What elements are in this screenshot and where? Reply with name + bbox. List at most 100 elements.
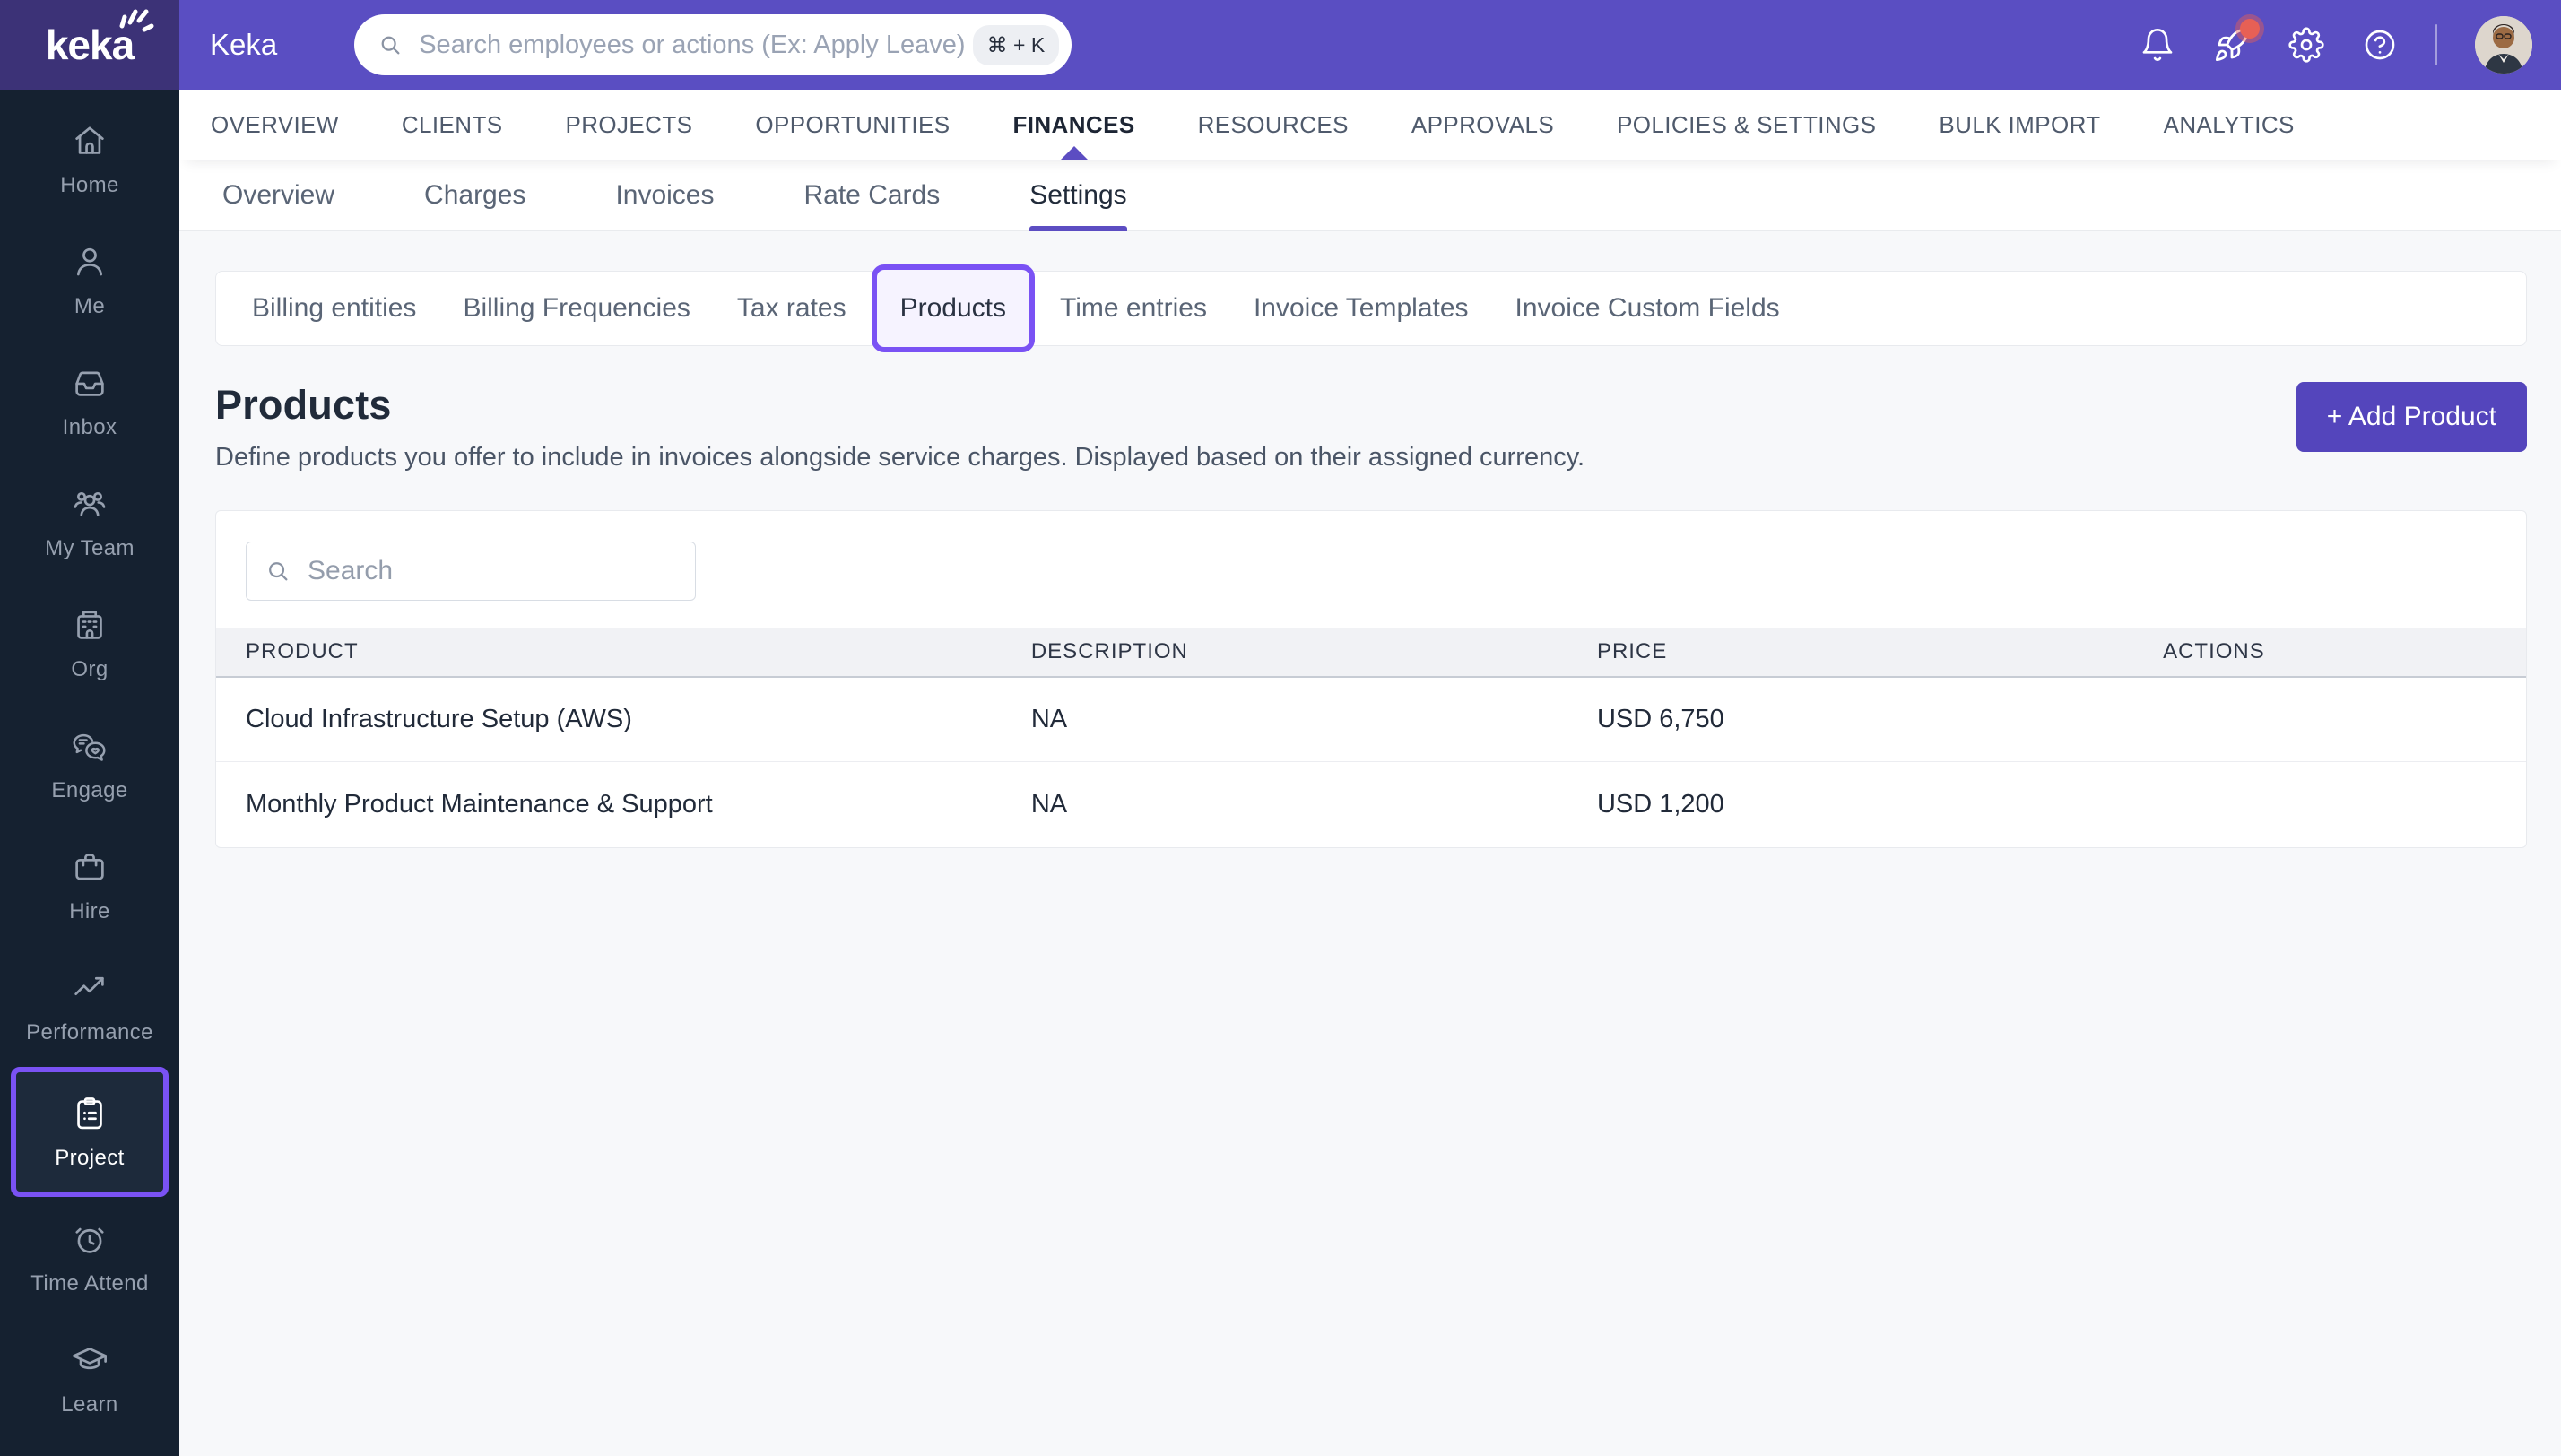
products-table: PRODUCT DESCRIPTION PRICE ACTIONS Cloud … xyxy=(216,628,2526,847)
sidebar-item-label: Time Attend xyxy=(30,1271,149,1296)
sidebar-item-time-attend[interactable]: Time Attend xyxy=(0,1197,179,1318)
subnav-overview[interactable]: Overview xyxy=(222,160,334,231)
sidebar: Home Me Inbox My Team Org xyxy=(0,90,179,1456)
shortcut-badge: ⌘ + K xyxy=(973,25,1060,65)
table-search[interactable] xyxy=(246,542,696,601)
user-icon xyxy=(69,241,110,282)
subnav-rate-cards[interactable]: Rate Cards xyxy=(804,160,941,231)
cell-actions xyxy=(2133,762,2526,847)
building-icon xyxy=(69,604,110,646)
keka-logo[interactable]: keka xyxy=(0,0,179,90)
rocket-icon[interactable] xyxy=(2213,26,2251,64)
cell-price: USD 6,750 xyxy=(1567,677,2133,762)
sidebar-item-label: Performance xyxy=(26,1020,153,1045)
alarm-icon xyxy=(69,1218,110,1260)
help-icon[interactable] xyxy=(2362,27,2398,63)
sidebar-item-label: Engage xyxy=(51,778,127,803)
subnav-invoices[interactable]: Invoices xyxy=(615,160,714,231)
global-search[interactable]: ⌘ + K xyxy=(354,14,1072,75)
sidebar-item-engage[interactable]: Engage xyxy=(0,704,179,825)
products-tab-highlight: Products xyxy=(872,264,1035,352)
subnav-charges[interactable]: Charges xyxy=(424,160,525,231)
page-subtitle: Define products you offer to include in … xyxy=(215,443,1584,472)
tab-tax-rates[interactable]: Tax rates xyxy=(714,293,870,324)
finances-sub-nav: Overview Charges Invoices Rate Cards Set… xyxy=(179,160,2561,231)
column-header-description: DESCRIPTION xyxy=(1002,628,1567,677)
tab-time-entries[interactable]: Time entries xyxy=(1037,293,1230,324)
sidebar-item-my-team[interactable]: My Team xyxy=(0,462,179,583)
cell-product: Cloud Infrastructure Setup (AWS) xyxy=(216,677,1002,762)
tab-invoice-templates[interactable]: Invoice Templates xyxy=(1230,293,1492,324)
nav-clients[interactable]: CLIENTS xyxy=(402,90,503,160)
sidebar-item-label: Project xyxy=(55,1146,125,1171)
sidebar-item-org[interactable]: Org xyxy=(0,583,179,704)
column-header-price: PRICE xyxy=(1567,628,2133,677)
tab-billing-frequencies[interactable]: Billing Frequencies xyxy=(439,293,713,324)
sidebar-item-label: Me xyxy=(74,294,105,319)
sidebar-item-learn[interactable]: Learn xyxy=(0,1318,179,1439)
tab-products[interactable]: Products xyxy=(877,293,1029,324)
nav-bulk-import[interactable]: BULK IMPORT xyxy=(1939,90,2100,160)
avatar[interactable] xyxy=(2475,16,2532,74)
sidebar-item-project[interactable]: Project xyxy=(11,1067,169,1197)
nav-analytics[interactable]: ANALYTICS xyxy=(2164,90,2295,160)
cell-product: Monthly Product Maintenance & Support xyxy=(216,762,1002,847)
subnav-settings[interactable]: Settings xyxy=(1029,160,1126,231)
sidebar-item-performance[interactable]: Performance xyxy=(0,946,179,1067)
nav-resources[interactable]: RESOURCES xyxy=(1198,90,1349,160)
page-header: Products Define products you offer to in… xyxy=(215,382,2527,472)
grad-cap-icon xyxy=(69,1339,110,1381)
products-table-card: PRODUCT DESCRIPTION PRICE ACTIONS Cloud … xyxy=(215,510,2527,848)
sidebar-item-label: Hire xyxy=(69,899,110,924)
home-icon xyxy=(69,120,110,161)
tab-invoice-custom-fields[interactable]: Invoice Custom Fields xyxy=(1492,293,1803,324)
inbox-icon xyxy=(69,362,110,403)
search-icon xyxy=(376,30,404,59)
sidebar-item-me[interactable]: Me xyxy=(0,220,179,341)
app-title: Keka xyxy=(210,28,277,62)
settings-tab-bar: Billing entities Billing Frequencies Tax… xyxy=(215,271,2527,346)
column-header-product: PRODUCT xyxy=(216,628,1002,677)
cell-description: NA xyxy=(1002,762,1567,847)
table-header-row: PRODUCT DESCRIPTION PRICE ACTIONS xyxy=(216,628,2526,677)
main-nav: OVERVIEW CLIENTS PROJECTS OPPORTUNITIES … xyxy=(179,90,2561,160)
team-icon xyxy=(69,483,110,524)
topbar-divider xyxy=(2435,24,2437,65)
sidebar-item-home[interactable]: Home xyxy=(0,99,179,220)
cell-actions xyxy=(2133,677,2526,762)
page-title: Products xyxy=(215,382,1584,429)
sidebar-item-label: My Team xyxy=(45,536,135,561)
nav-approvals[interactable]: APPROVALS xyxy=(1411,90,1554,160)
nav-finances[interactable]: FINANCES xyxy=(1012,90,1134,160)
content-area: Billing entities Billing Frequencies Tax… xyxy=(179,231,2561,848)
sidebar-item-label: Learn xyxy=(61,1392,117,1417)
tab-billing-entities[interactable]: Billing entities xyxy=(229,293,439,324)
topbar: keka Keka ⌘ + K xyxy=(0,0,2561,90)
cell-description: NA xyxy=(1002,677,1567,762)
sidebar-item-label: Inbox xyxy=(63,415,117,440)
cell-price: USD 1,200 xyxy=(1567,762,2133,847)
nav-overview[interactable]: OVERVIEW xyxy=(211,90,339,160)
sidebar-item-label: Home xyxy=(60,173,119,198)
gear-icon[interactable] xyxy=(2288,27,2324,63)
table-row[interactable]: Monthly Product Maintenance & Support NA… xyxy=(216,762,2526,847)
sidebar-item-inbox[interactable]: Inbox xyxy=(0,341,179,462)
notification-badge xyxy=(2240,19,2260,39)
trend-icon xyxy=(69,967,110,1009)
table-row[interactable]: Cloud Infrastructure Setup (AWS) NA USD … xyxy=(216,677,2526,762)
nav-policies-settings[interactable]: POLICIES & SETTINGS xyxy=(1617,90,1876,160)
add-product-button[interactable]: + Add Product xyxy=(2296,382,2527,452)
clipboard-icon xyxy=(69,1093,110,1134)
search-icon xyxy=(263,556,293,586)
nav-projects[interactable]: PROJECTS xyxy=(565,90,692,160)
column-header-actions: ACTIONS xyxy=(2133,628,2526,677)
briefcase-icon xyxy=(69,846,110,888)
global-search-input[interactable] xyxy=(419,30,972,60)
sidebar-item-label: Org xyxy=(71,657,108,682)
bell-icon[interactable] xyxy=(2140,27,2175,63)
topbar-actions xyxy=(2140,16,2561,74)
logo-spark-icon xyxy=(119,6,157,37)
sidebar-item-hire[interactable]: Hire xyxy=(0,825,179,946)
nav-opportunities[interactable]: OPPORTUNITIES xyxy=(755,90,950,160)
table-search-input[interactable] xyxy=(308,556,679,586)
